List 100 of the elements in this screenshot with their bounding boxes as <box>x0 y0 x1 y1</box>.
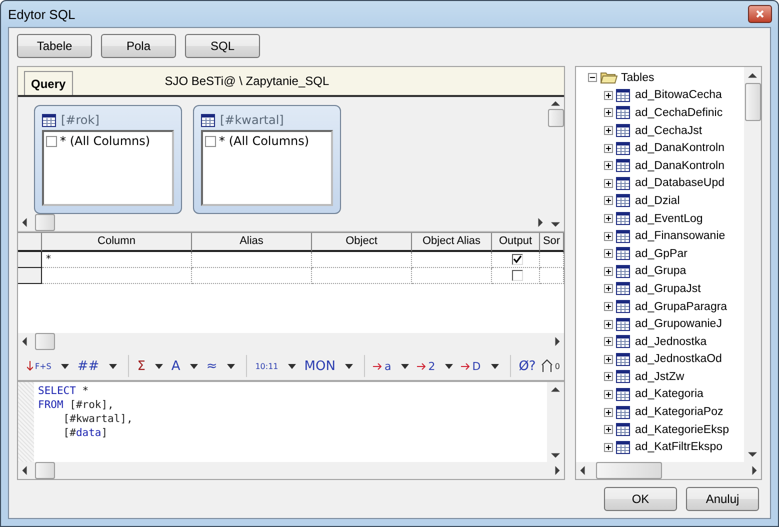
tree-item[interactable]: Tables <box>621 72 654 84</box>
scroll-arrow-icon[interactable] <box>752 466 756 475</box>
scroll-arrow-icon[interactable] <box>551 100 560 106</box>
scrollbar-thumb[interactable] <box>596 462 662 479</box>
toolbar-button[interactable]: 2 <box>416 355 436 377</box>
checkbox[interactable] <box>46 136 57 146</box>
scroll-arrow-icon[interactable] <box>22 466 26 475</box>
column-header[interactable]: Object <box>312 233 412 252</box>
query-tab[interactable]: Query <box>24 71 73 95</box>
scrollbar-thumb[interactable] <box>35 214 55 231</box>
expand-toggle[interactable] <box>604 337 613 346</box>
dropdown-caret-icon[interactable] <box>61 364 70 368</box>
expand-toggle[interactable] <box>604 214 613 224</box>
collapse-toggle[interactable] <box>588 73 597 82</box>
vertical-scrollbar[interactable] <box>744 67 761 462</box>
toolbar-button[interactable]: Ø? <box>518 355 537 377</box>
expand-toggle[interactable] <box>604 178 613 188</box>
expand-toggle[interactable] <box>604 144 613 153</box>
tree-item[interactable]: ad_DanaKontroln <box>635 142 725 154</box>
toolbar-button[interactable]: Σ <box>136 355 146 377</box>
column-header[interactable]: Sor <box>540 233 564 252</box>
toolbar-button[interactable]: F+S <box>26 355 52 377</box>
scrollbar-thumb[interactable] <box>744 83 760 121</box>
sql-editor[interactable]: SELECT * FROM [#rok], [#kwartal], [#data] <box>18 382 564 462</box>
tree-item[interactable]: ad_Jednostka <box>635 336 707 348</box>
toolbar-button[interactable]: Pola <box>101 34 176 58</box>
expand-toggle[interactable] <box>604 126 613 136</box>
expand-toggle[interactable] <box>604 302 613 312</box>
tree-item[interactable]: ad_GrupowanieJ <box>635 318 722 330</box>
vertical-scrollbar[interactable] <box>547 382 564 462</box>
tree-item[interactable]: ad_Dzial <box>635 194 680 207</box>
checkbox[interactable] <box>205 136 216 146</box>
dropdown-caret-icon[interactable] <box>345 364 354 368</box>
toolbar-button[interactable]: 0 <box>540 355 561 377</box>
scrollbar-thumb[interactable] <box>548 109 564 127</box>
dropdown-caret-icon[interactable] <box>155 364 164 368</box>
tree-item[interactable]: ad_JednostkaOd <box>635 353 722 366</box>
toolbar-button[interactable]: A <box>170 355 182 377</box>
scroll-arrow-icon[interactable] <box>22 218 26 227</box>
tree-item[interactable]: ad_KatFiltrEkspo <box>635 441 723 454</box>
tree-item[interactable]: ad_Finansowanie <box>635 230 726 242</box>
row-header[interactable] <box>18 252 42 268</box>
tree-item[interactable]: ad_CechaDefinic <box>635 106 723 119</box>
dropdown-caret-icon[interactable] <box>288 364 296 368</box>
toolbar-button[interactable]: ## <box>76 355 100 377</box>
column-header[interactable]: Object Alias <box>412 233 492 252</box>
dropdown-caret-icon[interactable] <box>109 364 118 368</box>
dropdown-caret-icon[interactable] <box>190 364 198 368</box>
expand-toggle[interactable] <box>604 372 613 382</box>
toolbar-button[interactable]: 10:11 <box>254 355 280 377</box>
expand-toggle[interactable] <box>604 266 613 276</box>
tree-item[interactable]: ad_KategorieEksp <box>635 424 729 436</box>
scrollbar-thumb[interactable] <box>35 462 55 479</box>
tree-item[interactable]: ad_DanaKontroln <box>635 160 725 172</box>
tree-item[interactable]: ad_JstZw <box>635 370 684 383</box>
output-checkbox[interactable] <box>512 270 523 281</box>
close-button[interactable] <box>748 5 772 23</box>
table-card[interactable]: [#kwartal] * (All Columns) <box>193 105 341 214</box>
horizontal-scrollbar[interactable] <box>576 462 761 479</box>
expand-toggle[interactable] <box>604 90 613 100</box>
toolbar-button[interactable]: Tabele <box>17 34 92 58</box>
tree-item[interactable]: ad_KategoriaPoz <box>635 406 724 418</box>
expand-toggle[interactable] <box>604 284 613 294</box>
tree-item[interactable]: ad_BitowaCecha <box>635 89 722 102</box>
column-header[interactable]: Alias <box>192 233 312 252</box>
tree-item[interactable]: ad_Kategoria <box>635 388 704 400</box>
expand-toggle[interactable] <box>604 425 613 434</box>
dialog-button[interactable]: OK <box>604 487 677 511</box>
tree-item[interactable]: ad_GpPar <box>635 248 688 260</box>
scroll-arrow-icon[interactable] <box>748 72 757 78</box>
expand-toggle[interactable] <box>604 108 613 118</box>
row-header[interactable] <box>18 268 42 284</box>
expand-toggle[interactable] <box>604 161 613 170</box>
tree-item[interactable]: ad_CechaJst <box>635 124 702 137</box>
toolbar-button[interactable]: a <box>372 355 392 377</box>
expand-toggle[interactable] <box>604 390 613 399</box>
expand-toggle[interactable] <box>604 249 613 258</box>
tree-item[interactable]: ad_Grupa <box>635 265 686 278</box>
tree-item[interactable]: ad_GrupaParagra <box>635 300 728 313</box>
toolbar-button[interactable]: ≈ <box>205 355 218 377</box>
scrollbar-thumb[interactable] <box>35 333 55 350</box>
dialog-button[interactable]: Anuluj <box>686 487 759 511</box>
dropdown-caret-icon[interactable] <box>227 364 236 368</box>
scroll-arrow-icon[interactable] <box>748 452 757 456</box>
dropdown-caret-icon[interactable] <box>401 364 410 368</box>
tree-item[interactable]: ad_EventLog <box>635 212 703 225</box>
column-header[interactable]: Output <box>492 233 540 252</box>
expand-toggle[interactable] <box>604 442 613 452</box>
scroll-arrow-icon[interactable] <box>580 466 584 475</box>
toolbar-button[interactable]: D <box>460 355 482 377</box>
tree-item[interactable]: ad_GrupaJst <box>635 282 701 295</box>
expand-toggle[interactable] <box>604 354 613 364</box>
expand-toggle[interactable] <box>604 408 613 417</box>
dropdown-caret-icon[interactable] <box>445 364 454 368</box>
output-checkbox[interactable] <box>512 254 523 265</box>
table-card[interactable]: [#rok] * (All Columns) <box>34 105 182 214</box>
column-header[interactable]: Column <box>42 233 192 252</box>
dropdown-caret-icon[interactable] <box>490 364 499 368</box>
scroll-arrow-icon[interactable] <box>554 337 560 346</box>
scroll-arrow-icon[interactable] <box>22 337 26 346</box>
